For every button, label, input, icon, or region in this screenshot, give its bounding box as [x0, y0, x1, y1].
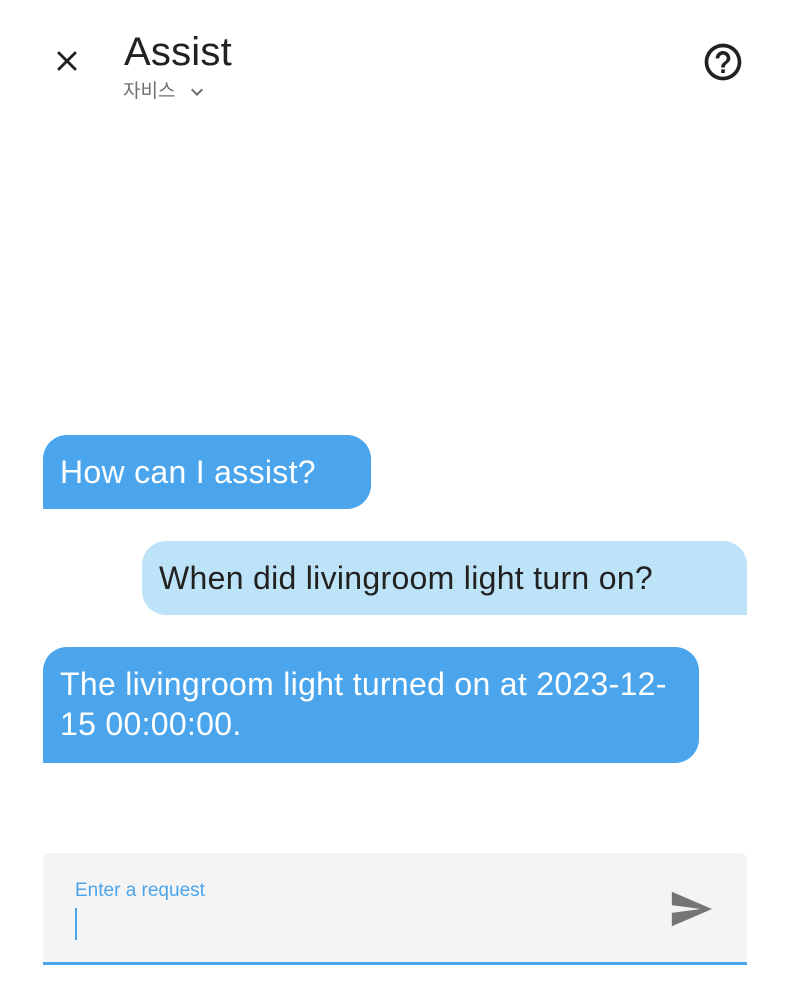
text-caret	[75, 908, 77, 940]
assistant-message: How can I assist?	[43, 435, 371, 509]
close-icon	[57, 51, 77, 71]
request-input[interactable]	[75, 907, 635, 941]
help-circle-icon	[704, 43, 742, 81]
assist-dialog: Assist 자비스 How can I assist? When did li…	[0, 0, 798, 986]
dialog-title: Assist	[124, 30, 232, 74]
request-input-container[interactable]: Enter a request	[43, 853, 747, 965]
close-button[interactable]	[44, 38, 90, 84]
input-underline	[43, 962, 747, 965]
help-button[interactable]	[699, 38, 747, 86]
pipeline-selector[interactable]: 자비스	[123, 78, 209, 104]
user-message: When did livingroom light turn on?	[142, 541, 747, 615]
input-label: Enter a request	[75, 880, 205, 901]
chevron-down-icon	[191, 88, 204, 96]
pipeline-name: 자비스	[123, 80, 176, 102]
assistant-message: The livingroom light turned on at 2023-1…	[43, 647, 699, 763]
send-icon	[671, 891, 713, 927]
send-button[interactable]	[663, 883, 719, 935]
